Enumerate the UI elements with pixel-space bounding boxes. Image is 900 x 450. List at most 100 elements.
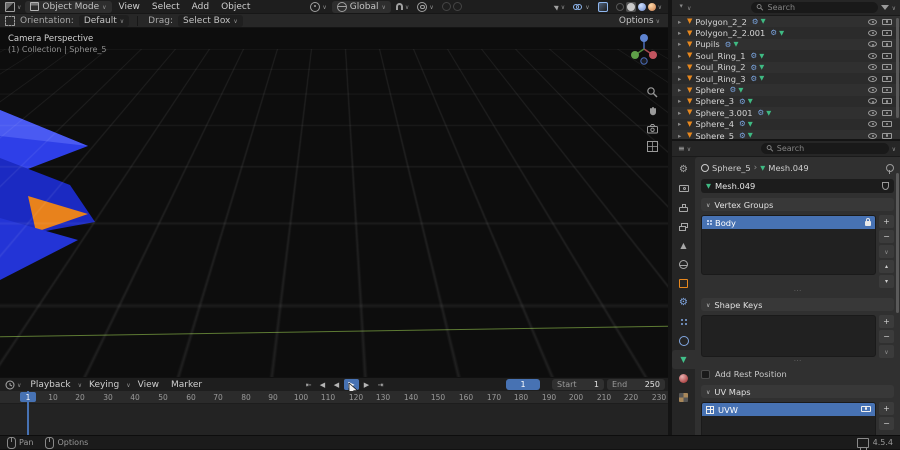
move-hand-icon[interactable] bbox=[646, 104, 659, 117]
tab-scene[interactable] bbox=[672, 236, 695, 255]
y-axis-ball[interactable] bbox=[631, 51, 639, 59]
object-name[interactable]: Sphere bbox=[695, 85, 724, 95]
eye-icon[interactable] bbox=[868, 109, 877, 116]
z-axis-ball[interactable] bbox=[640, 34, 648, 42]
mode-dropdown[interactable]: Object Mode bbox=[25, 0, 112, 13]
remove-shape-key-button[interactable]: − bbox=[879, 330, 894, 343]
menu-view[interactable]: View bbox=[114, 2, 145, 12]
list-resize-grip[interactable]: ⋯ bbox=[701, 287, 894, 295]
outliner-search-input[interactable] bbox=[767, 3, 873, 12]
drag-dropdown[interactable]: Select Box bbox=[178, 14, 243, 27]
move-down-button[interactable]: ▾ bbox=[879, 275, 894, 288]
menu-object[interactable]: Object bbox=[216, 2, 255, 12]
properties-search[interactable] bbox=[760, 143, 889, 154]
grid-toggle-icon[interactable] bbox=[646, 140, 659, 153]
uv-maps-list[interactable]: UVW bbox=[701, 402, 876, 435]
outliner-row[interactable]: Sphere_3.001 bbox=[672, 107, 900, 119]
filter-icon[interactable] bbox=[880, 5, 889, 10]
timeline-editor-type-button[interactable] bbox=[3, 380, 23, 390]
add-vertex-group-button[interactable]: + bbox=[879, 215, 894, 228]
shape-key-specials-button[interactable] bbox=[879, 345, 894, 358]
outliner-row[interactable]: Sphere_3 bbox=[672, 95, 900, 108]
eye-icon[interactable] bbox=[868, 98, 877, 105]
eye-icon[interactable] bbox=[868, 87, 877, 94]
add-rest-position-checkbox[interactable] bbox=[701, 369, 710, 379]
tab-material[interactable] bbox=[672, 369, 695, 388]
menu-marker[interactable]: Marker bbox=[166, 380, 207, 390]
active-tool-icon[interactable] bbox=[5, 15, 15, 26]
properties-editor-type-button[interactable] bbox=[676, 144, 693, 154]
x-axis-ball[interactable] bbox=[649, 51, 657, 59]
camera-icon[interactable] bbox=[882, 41, 892, 48]
expand-arrow-icon[interactable] bbox=[678, 97, 685, 105]
add-uv-map-button[interactable]: + bbox=[879, 402, 894, 415]
expand-arrow-icon[interactable] bbox=[678, 52, 685, 60]
outliner-editor-type-button[interactable] bbox=[676, 3, 693, 13]
end-frame-field[interactable]: End 250 bbox=[607, 379, 665, 390]
eye-icon[interactable] bbox=[868, 64, 877, 71]
play-reverse-button[interactable]: ◀ bbox=[330, 379, 343, 390]
pivot-dropdown[interactable] bbox=[310, 1, 326, 12]
pin-icon[interactable] bbox=[886, 164, 894, 174]
eye-icon[interactable] bbox=[868, 30, 877, 37]
move-up-button[interactable]: ▴ bbox=[879, 260, 894, 273]
expand-arrow-icon[interactable] bbox=[678, 29, 685, 37]
camera-view-icon[interactable] bbox=[646, 122, 659, 135]
object-name[interactable]: Sphere_3.001 bbox=[695, 108, 752, 118]
timeline-track[interactable] bbox=[0, 404, 668, 436]
tab-render[interactable] bbox=[672, 179, 695, 198]
object-name[interactable]: Polygon_2_2.001 bbox=[695, 28, 765, 38]
zoom-icon[interactable] bbox=[646, 86, 659, 99]
editor-type-button[interactable] bbox=[3, 1, 23, 12]
shading-solid-active[interactable] bbox=[625, 1, 636, 12]
outliner-search[interactable] bbox=[751, 2, 878, 13]
eye-icon[interactable] bbox=[868, 121, 877, 128]
breadcrumb-data[interactable]: Mesh.049 bbox=[768, 163, 808, 173]
uv-map-item[interactable]: UVW bbox=[702, 403, 875, 416]
shape-keys-header[interactable]: Shape Keys bbox=[701, 298, 894, 311]
proportional-edit-dropdown[interactable] bbox=[417, 1, 433, 12]
fake-user-icon[interactable] bbox=[882, 182, 889, 190]
frame-ruler[interactable]: 1 10 20 30 40 50 60 70 80 90 100 110 120… bbox=[0, 391, 668, 404]
tab-view-layer[interactable] bbox=[672, 217, 695, 236]
outliner-row[interactable]: Soul_Ring_1 bbox=[672, 50, 900, 62]
tab-output[interactable] bbox=[672, 198, 695, 217]
vertex-groups-header[interactable]: Vertex Groups bbox=[701, 198, 894, 211]
mesh-name-field[interactable]: Mesh.049 bbox=[701, 179, 894, 193]
snap-dropdown[interactable] bbox=[395, 2, 409, 12]
overlays-toggle[interactable] bbox=[573, 2, 589, 12]
object-name[interactable]: Soul_Ring_1 bbox=[695, 51, 745, 61]
menu-keying[interactable]: Keying bbox=[84, 380, 124, 390]
options-dropdown[interactable]: Options bbox=[619, 16, 660, 26]
navigation-gizmo[interactable] bbox=[628, 32, 660, 66]
object-name[interactable]: Sphere_3 bbox=[695, 96, 734, 106]
outliner-row[interactable]: Sphere_5 bbox=[672, 129, 900, 139]
object-name[interactable]: Sphere_4 bbox=[695, 119, 734, 129]
eye-icon[interactable] bbox=[868, 75, 877, 82]
prev-keyframe-button[interactable]: ◀ bbox=[316, 379, 329, 390]
object-name[interactable]: Soul_Ring_3 bbox=[695, 74, 745, 84]
camera-icon[interactable] bbox=[882, 18, 892, 25]
expand-arrow-icon[interactable] bbox=[678, 109, 685, 117]
vertex-group-item[interactable]: Body bbox=[702, 216, 875, 229]
outliner-row[interactable]: Polygon_2_2 bbox=[672, 16, 900, 28]
camera-icon[interactable] bbox=[882, 30, 892, 37]
camera-icon[interactable] bbox=[882, 132, 892, 139]
camera-icon[interactable] bbox=[882, 64, 892, 71]
camera-icon[interactable] bbox=[882, 87, 892, 94]
expand-arrow-icon[interactable] bbox=[678, 63, 685, 71]
menu-add[interactable]: Add bbox=[187, 2, 214, 12]
outliner-row[interactable]: Soul_Ring_3 bbox=[672, 72, 900, 85]
menu-select[interactable]: Select bbox=[147, 2, 185, 12]
negative-z-ball[interactable] bbox=[640, 57, 648, 65]
orientation-dropdown[interactable]: Global bbox=[331, 0, 391, 13]
expand-arrow-icon[interactable] bbox=[678, 75, 685, 83]
outliner-scrollbar[interactable] bbox=[896, 18, 899, 118]
properties-scrollbar[interactable] bbox=[896, 173, 899, 313]
start-frame-field[interactable]: Start 1 bbox=[552, 379, 604, 390]
tab-particles[interactable] bbox=[672, 312, 695, 331]
remove-uv-map-button[interactable]: − bbox=[879, 417, 894, 430]
object-name[interactable]: Sphere_5 bbox=[695, 131, 734, 139]
xray-toggle[interactable] bbox=[597, 1, 608, 12]
gizmo-toggle[interactable] bbox=[553, 2, 565, 12]
